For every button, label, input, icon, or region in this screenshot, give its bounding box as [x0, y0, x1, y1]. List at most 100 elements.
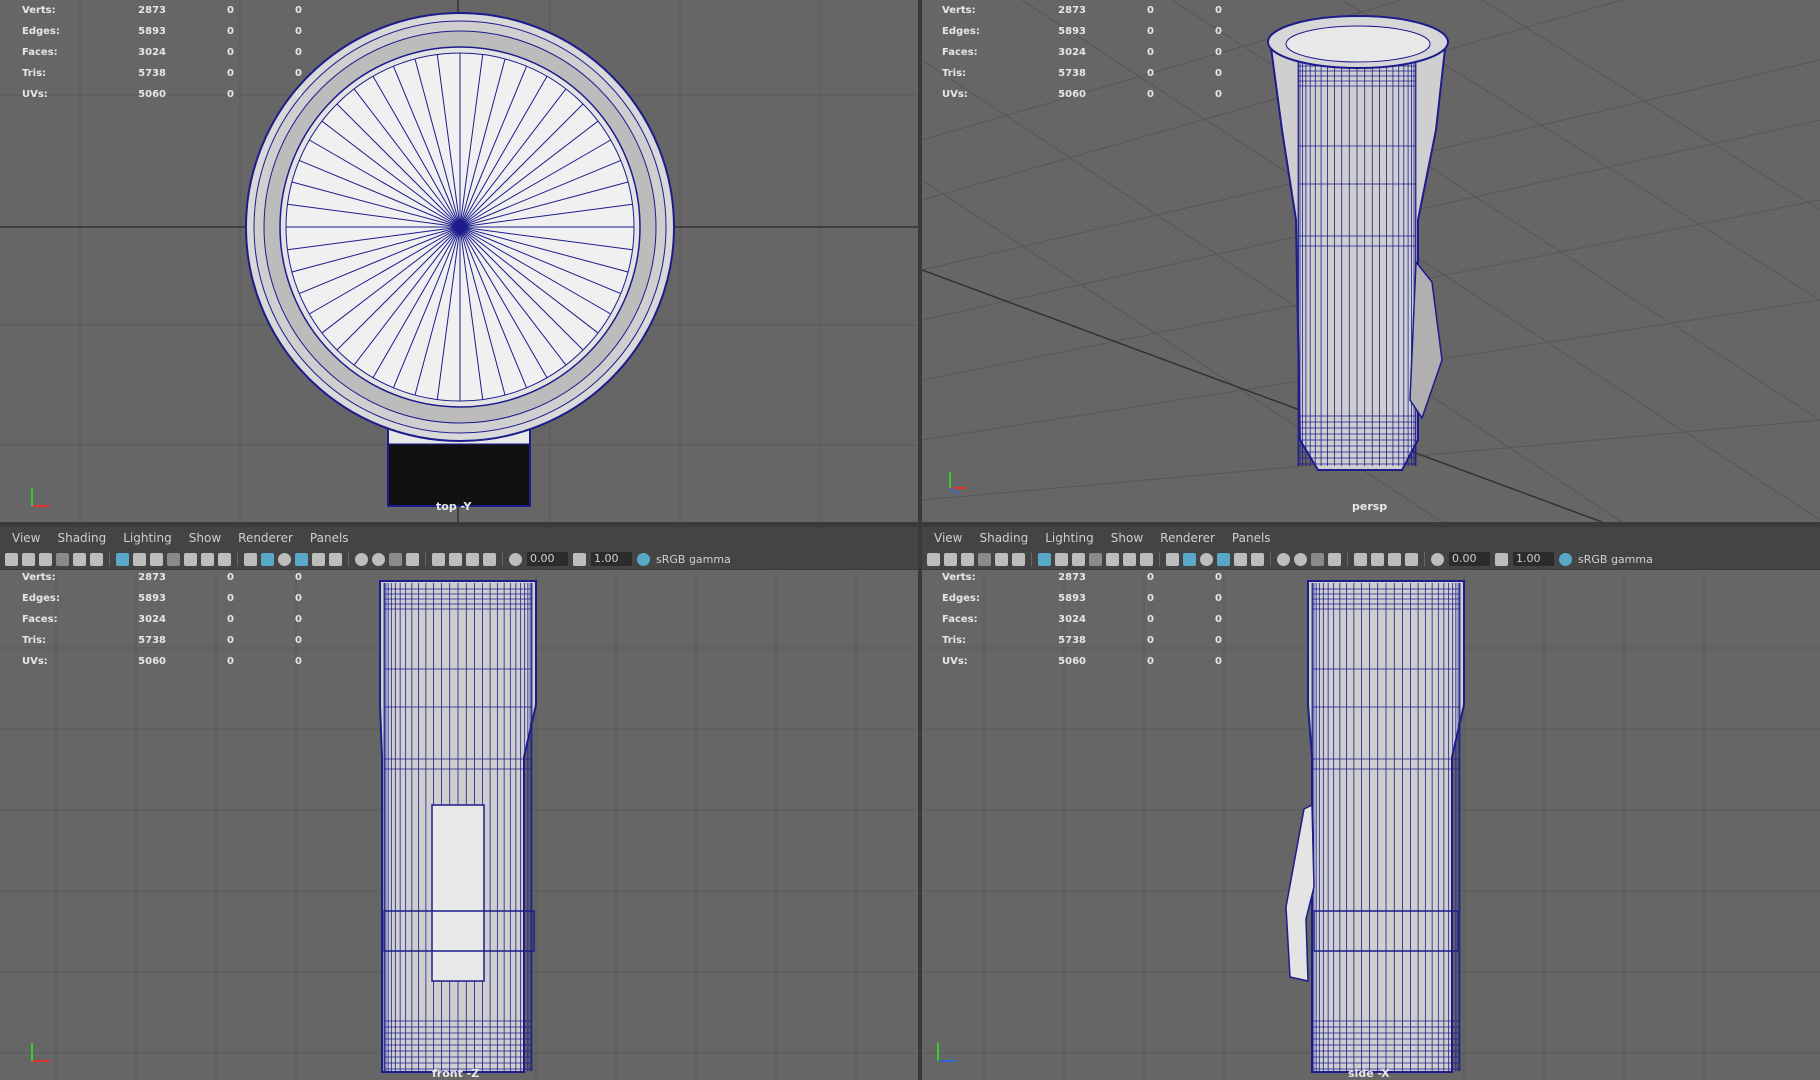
hud-value: 5738	[138, 68, 166, 79]
hud-label: Edges:	[22, 26, 60, 37]
hud-value: 0	[1215, 47, 1222, 58]
hud-row: Tris: 5738 0 0	[22, 63, 302, 84]
hud-value: 0	[1215, 593, 1222, 604]
hud-value: 0	[295, 614, 302, 625]
poly-count-hud: Verts: 2873 0 0 Edges: 5893 0 0 Faces: 3024 0 0 Tris…	[22, 567, 302, 672]
hud-value: 0	[295, 89, 302, 100]
hud-row: Tris: 5738 0 0	[942, 63, 1222, 84]
axis-gizmo	[31, 1043, 50, 1062]
hud-value: 0	[295, 26, 302, 37]
camera-label: side -X	[1348, 1067, 1390, 1080]
hud-value: 2873	[138, 572, 166, 583]
hud-row: Edges: 5893 0 0	[942, 588, 1222, 609]
hud-value: 0	[1215, 5, 1222, 16]
hud-value: 0	[1215, 635, 1222, 646]
hud-value: 3024	[138, 47, 166, 58]
hud-row: UVs: 5060 0 0	[22, 84, 302, 105]
axis-gizmo	[949, 472, 966, 495]
hud-value: 0	[1147, 593, 1154, 604]
hud-label: Faces:	[22, 47, 58, 58]
hud-value: 0	[1147, 47, 1154, 58]
hud-row: Faces: 3024 0 0	[22, 42, 302, 63]
hud-label: Faces:	[942, 614, 978, 625]
hud-row: Faces: 3024 0 0	[942, 42, 1222, 63]
viewport-divider-horizontal[interactable]	[0, 522, 1820, 527]
hud-value: 5893	[138, 26, 166, 37]
hud-row: Verts: 2873 0 0	[942, 0, 1222, 21]
hud-label: Edges:	[942, 593, 980, 604]
axis-gizmo	[31, 488, 50, 507]
hud-value: 0	[1215, 68, 1222, 79]
hud-row: Faces: 3024 0 0	[22, 609, 302, 630]
camera-label: top -Y	[436, 500, 472, 513]
hud-row: Verts: 2873 0 0	[22, 567, 302, 588]
hud-value: 0	[295, 47, 302, 58]
hud-label: Faces:	[22, 614, 58, 625]
hud-value: 3024	[1058, 47, 1086, 58]
hud-value: 0	[227, 656, 234, 667]
hud-label: Verts:	[942, 5, 976, 16]
hud-label: Faces:	[942, 47, 978, 58]
hud-value: 0	[1215, 656, 1222, 667]
hud-value: 5893	[138, 593, 166, 604]
hud-value: 0	[1215, 26, 1222, 37]
hud-label: Verts:	[942, 572, 976, 583]
hud-value: 0	[295, 572, 302, 583]
hud-value: 0	[1147, 656, 1154, 667]
side-clip	[1285, 803, 1315, 982]
hud-label: Tris:	[22, 68, 47, 79]
hud-row: Verts: 2873 0 0	[942, 567, 1222, 588]
hud-value: 3024	[138, 614, 166, 625]
hud-value: 0	[1215, 89, 1222, 100]
hud-value: 5060	[138, 656, 166, 667]
hud-value: 2873	[1058, 5, 1086, 16]
hud-value: 0	[227, 47, 234, 58]
hud-value: 0	[227, 635, 234, 646]
hud-value: 5893	[1058, 593, 1086, 604]
hud-value: 5060	[1058, 656, 1086, 667]
hud-value: 0	[1147, 68, 1154, 79]
hud-row: Faces: 3024 0 0	[942, 609, 1222, 630]
hud-value: 0	[227, 614, 234, 625]
hud-row: UVs: 5060 0 0	[22, 651, 302, 672]
hud-value: 0	[1147, 614, 1154, 625]
viewport-persp[interactable]: Verts: 2873 0 0 Edges: 5893 0 0 Faces: 3024 0 0 Tris…	[922, 0, 1820, 522]
camera-label: persp	[1352, 500, 1388, 513]
hud-value: 0	[227, 5, 234, 16]
hud-row: Tris: 5738 0 0	[942, 630, 1222, 651]
poly-count-hud: Verts: 2873 0 0 Edges: 5893 0 0 Faces: 3024 0 0 Tris…	[22, 0, 302, 105]
hud-value: 0	[295, 635, 302, 646]
hud-row: Edges: 5893 0 0	[22, 588, 302, 609]
hud-row: Verts: 2873 0 0	[22, 0, 302, 21]
hud-row: Tris: 5738 0 0	[22, 630, 302, 651]
hud-value: 5893	[1058, 26, 1086, 37]
hud-label: UVs:	[942, 89, 968, 100]
hud-value: 2873	[138, 5, 166, 16]
hud-label: UVs:	[942, 656, 968, 667]
viewport-top[interactable]: Verts: 2873 0 0 Edges: 5893 0 0 Faces: 3024 0 0 Tris…	[0, 0, 918, 522]
hud-value: 0	[1147, 635, 1154, 646]
hud-value: 5738	[138, 635, 166, 646]
hud-value: 0	[227, 26, 234, 37]
hud-label: Edges:	[942, 26, 980, 37]
hud-value: 5060	[138, 89, 166, 100]
hud-label: Tris:	[942, 635, 967, 646]
hud-label: UVs:	[22, 656, 48, 667]
hud-value: 0	[295, 593, 302, 604]
front-clip	[431, 804, 485, 982]
hud-label: Edges:	[22, 593, 60, 604]
hud-row: UVs: 5060 0 0	[942, 651, 1222, 672]
hud-value: 0	[1147, 89, 1154, 100]
viewport-front[interactable]: View Shading Lighting Show Renderer Pane…	[0, 527, 918, 1080]
hud-label: Tris:	[942, 68, 967, 79]
hud-value: 2873	[1058, 572, 1086, 583]
hud-row: Edges: 5893 0 0	[942, 21, 1222, 42]
hud-value: 0	[295, 5, 302, 16]
camera-label: front -Z	[432, 1067, 480, 1080]
hud-value: 5060	[1058, 89, 1086, 100]
viewport-side[interactable]: View Shading Lighting Show Renderer Pane…	[922, 527, 1820, 1080]
hud-label: UVs:	[22, 89, 48, 100]
hud-value: 0	[1147, 5, 1154, 16]
viewport-divider-vertical[interactable]	[918, 0, 922, 1080]
hud-value: 0	[1147, 572, 1154, 583]
